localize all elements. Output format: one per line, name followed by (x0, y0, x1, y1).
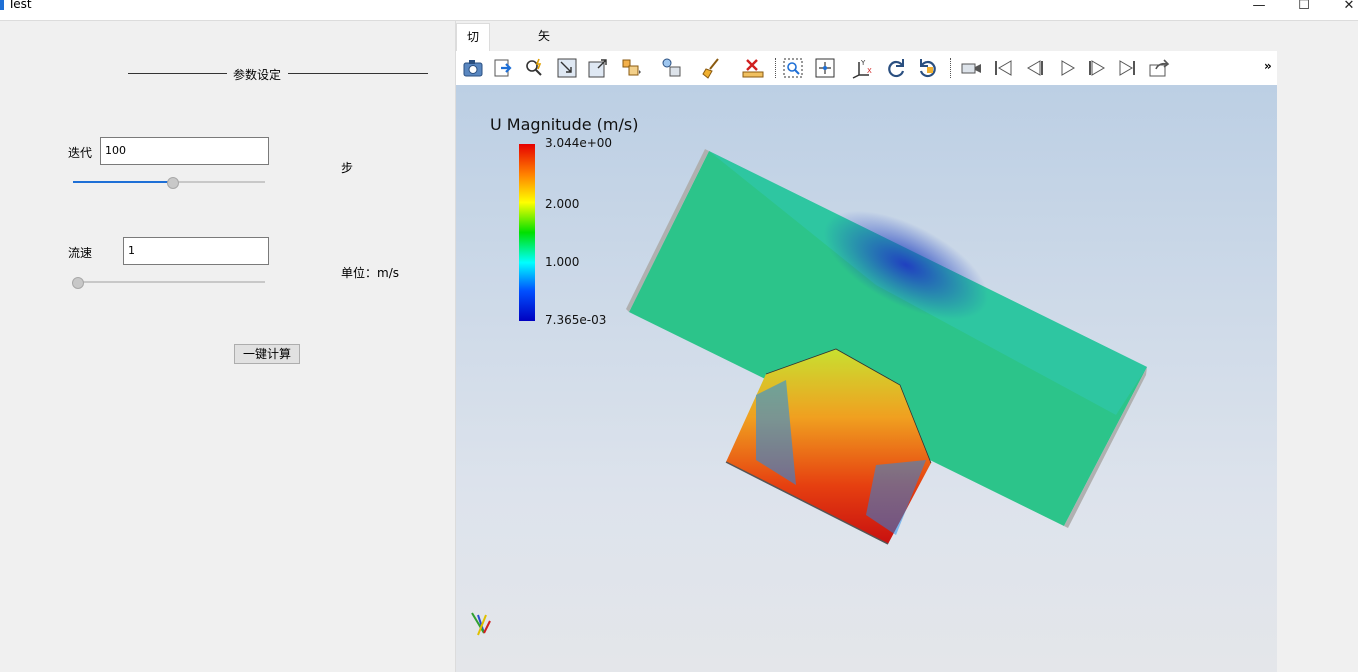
iter-input[interactable]: 100 (100, 137, 269, 165)
iter-slider-fill (73, 181, 173, 183)
svg-text:Y: Y (860, 59, 866, 67)
export-icon[interactable] (493, 57, 515, 79)
loop-icon[interactable] (1148, 57, 1170, 79)
light-icon[interactable] (661, 57, 683, 79)
camera-icon[interactable] (462, 57, 484, 79)
minimize-button[interactable]: — (1236, 0, 1282, 18)
last-frame-icon[interactable] (1117, 57, 1139, 79)
next-frame-icon[interactable] (1086, 57, 1108, 79)
svg-text:X: X (867, 67, 872, 75)
viewer-panel: 切片云图 矢量图1 YX » U Magnitude (m/s) 3.044e+… (456, 21, 1358, 672)
maximize-button[interactable]: ☐ (1281, 0, 1327, 18)
title-bar: Test — ☐ ✕ (0, 0, 1358, 21)
play-icon[interactable] (1056, 57, 1078, 79)
rotate-ccw-icon[interactable] (917, 57, 939, 79)
iter-slider-thumb[interactable] (166, 177, 179, 189)
iter-label: 迭代 (68, 146, 93, 160)
toolbar-overflow-icon[interactable]: » (1264, 59, 1272, 73)
group-divider-right (288, 73, 428, 74)
close-button[interactable]: ✕ (1326, 0, 1358, 18)
tee-pipe-render (471, 149, 1147, 636)
tab-slice-contour[interactable]: 切片云图 (456, 23, 491, 125)
group-divider-left (128, 73, 227, 74)
app-icon (0, 0, 4, 10)
clear-icon[interactable] (702, 57, 724, 79)
pick-icon[interactable] (620, 57, 642, 79)
speed-slider-track (73, 281, 265, 283)
fit-icon[interactable] (587, 57, 609, 79)
speed-label: 流速 (68, 246, 93, 260)
zoom-center-icon[interactable] (814, 57, 836, 79)
toolbar-separator (950, 58, 952, 78)
render-view[interactable]: U Magnitude (m/s) 3.044e+00 2.000 1.000 … (456, 85, 1277, 672)
params-panel: 参数设定 迭代 100 步 流速 1 单位：m/s 一键计算 (0, 21, 456, 672)
speed-unit: 单位：m/s (341, 266, 399, 280)
first-frame-icon[interactable] (992, 57, 1014, 79)
video-icon[interactable] (960, 57, 982, 79)
compute-button[interactable]: 一键计算 (234, 344, 300, 364)
speed-slider-thumb[interactable] (72, 277, 84, 289)
orientation-axes (471, 612, 491, 636)
window-title: Test (8, 0, 32, 11)
speed-input[interactable]: 1 (123, 237, 269, 265)
rotate-cw-icon[interactable] (885, 57, 907, 79)
prev-frame-icon[interactable] (1024, 57, 1046, 79)
ruler-icon[interactable] (742, 57, 764, 79)
axes-icon[interactable]: YX (851, 57, 873, 79)
group-title: 参数设定 (233, 68, 282, 82)
iter-unit: 步 (341, 161, 354, 175)
tab-vector-plot[interactable]: 矢量图1 (528, 23, 560, 124)
toolbar-separator (775, 58, 777, 78)
toolbar: YX » (456, 51, 1277, 86)
rubber-band-icon[interactable] (556, 57, 578, 79)
query-icon[interactable] (524, 57, 546, 79)
zoom-box-icon[interactable] (782, 57, 804, 79)
